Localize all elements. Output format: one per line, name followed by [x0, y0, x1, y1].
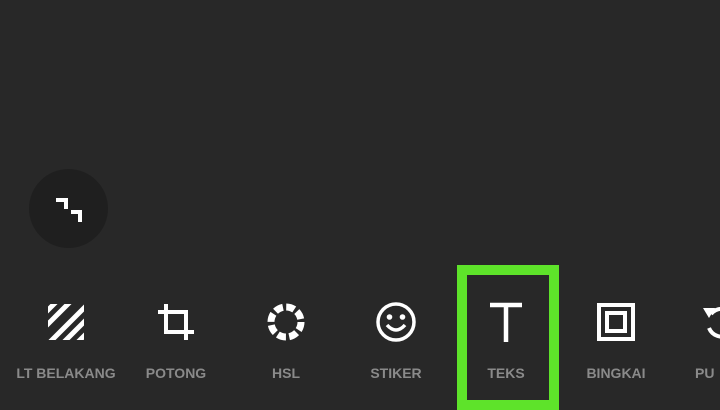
- tool-sticker[interactable]: STIKER: [350, 270, 442, 405]
- tool-rotate[interactable]: PU: [675, 270, 720, 405]
- crop-icon: [158, 304, 194, 340]
- tool-label: PU: [695, 365, 715, 381]
- hsl-icon: [267, 303, 305, 341]
- frame-icon: [597, 303, 635, 341]
- rotate-icon: [703, 306, 720, 339]
- edit-toolbar: LT BELAKANG POTONG HSL STIKER TEKS BINGK…: [0, 270, 720, 405]
- tool-crop[interactable]: POTONG: [130, 270, 222, 405]
- tool-hsl[interactable]: HSL: [240, 270, 332, 405]
- tool-frame[interactable]: BINGKAI: [570, 270, 662, 405]
- tool-background[interactable]: LT BELAKANG: [16, 270, 116, 405]
- background-icon: [48, 304, 84, 340]
- collapse-icon: [56, 198, 82, 222]
- tool-label: BINGKAI: [586, 365, 646, 381]
- collapse-button[interactable]: [29, 169, 108, 248]
- selection-highlight: [457, 265, 559, 410]
- smiley-icon: [376, 302, 416, 342]
